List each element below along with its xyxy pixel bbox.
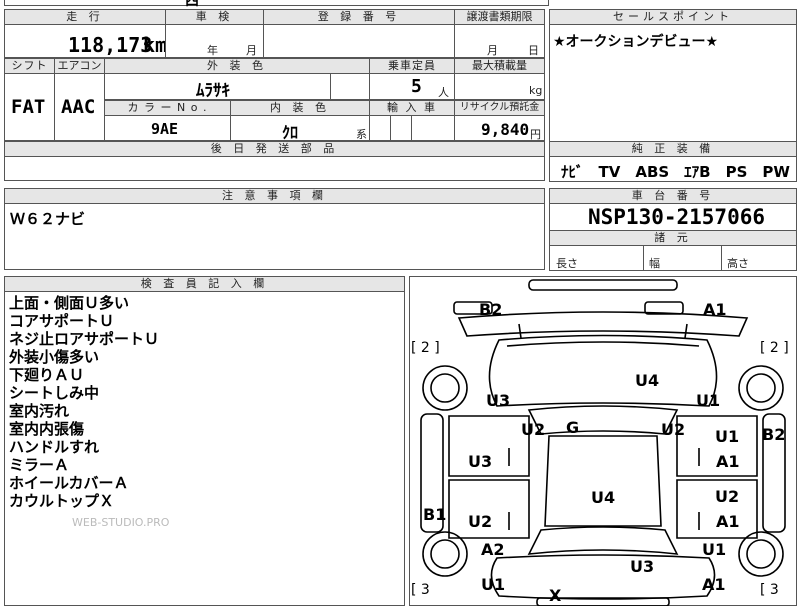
inspection-year-unit: 年 <box>207 44 218 57</box>
inspector-line: ネジ止ロアサポートＵ <box>9 330 160 348</box>
color-no-header: カ ラ ー N o . <box>104 100 231 116</box>
mileage-value: 118,173 <box>68 33 153 57</box>
transfer-header: 譲渡書類期限 <box>454 9 545 25</box>
mark-b1-left: B1 <box>423 505 447 524</box>
equipment-value: ﾅﾋﾞ TV ABS ｴｱB PS PW <box>561 163 790 181</box>
notes-text: Ｗ６２ナビ <box>10 210 86 228</box>
interior-color-header: 内 装 色 <box>230 100 370 116</box>
interior-color-suffix: 系 <box>356 128 367 141</box>
exterior-color-header: 外 装 色 <box>104 58 370 74</box>
inspector-line: カウルトップＸ <box>9 492 115 510</box>
later-parts-cell <box>4 156 545 181</box>
later-parts-header: 後 日 発 送 部 品 <box>4 141 545 157</box>
recycle-header: リサイクル預託金 <box>454 100 545 116</box>
registration-header: 登 録 番 号 <box>263 9 455 25</box>
max-load-unit: kg <box>529 84 543 97</box>
mark-u1-rdoor: U1 <box>715 427 740 446</box>
recycle-unit: 円 <box>530 128 541 141</box>
inspector-header: 検 査 員 記 入 欄 <box>4 276 405 292</box>
interior-color-cell <box>230 115 370 141</box>
import-cell-1 <box>369 115 391 141</box>
capacity-value: 5 <box>411 76 422 97</box>
import-cell-3 <box>411 115 455 141</box>
mark-u2-rdoor: U2 <box>715 487 740 506</box>
mark-u2-ldoor: U2 <box>468 512 493 531</box>
chassis-value: NSP130-2157066 <box>588 205 766 229</box>
mileage-unit: km <box>143 33 168 57</box>
tire-label-tl: [ 2 ] <box>411 340 440 356</box>
inspector-line: ハンドルすれ <box>9 438 100 456</box>
top-partial-row <box>4 0 549 6</box>
inspection-month-unit: 月 <box>246 44 257 57</box>
spec-height-label: 高さ <box>727 257 749 270</box>
inspector-line: コアサポートＵ <box>9 312 115 330</box>
mark-a1-bottom: A1 <box>702 575 726 594</box>
mark-a1-rdoor2: A1 <box>716 512 740 531</box>
import-cell-2 <box>390 115 412 141</box>
color-no-value: 9AE <box>151 120 179 138</box>
mark-u4-mid: U4 <box>591 488 616 507</box>
inspector-line: ミラーＡ <box>9 456 70 474</box>
mark-g: G <box>566 418 580 437</box>
notes-header: 注 意 事 項 欄 <box>4 188 545 204</box>
inspection-header: 車 検 <box>165 9 264 25</box>
mark-u1-right: U1 <box>696 391 721 410</box>
mileage-header: 走 行 <box>4 9 166 25</box>
capacity-header: 乗車定員 <box>369 58 455 74</box>
mark-u2-left: U2 <box>521 420 546 439</box>
tire-label-tr: [ 2 ] <box>760 340 789 356</box>
mark-x-bottom: X <box>549 586 562 605</box>
tire-label-br: [ 3 <box>760 582 779 598</box>
inspector-line: 室内内張傷 <box>9 420 85 438</box>
registration-cell <box>263 24 455 58</box>
notes-cell <box>4 203 545 270</box>
chassis-header: 車 台 番 号 <box>549 188 797 204</box>
sales-point-header: セールスポイント <box>549 9 797 25</box>
inspector-line: ホイールカバーＡ <box>9 474 129 492</box>
transfer-day-unit: 日 <box>528 44 539 57</box>
transfer-month-unit: 月 <box>487 44 498 57</box>
max-load-header: 最大積載量 <box>454 58 545 74</box>
mark-u3-bottom: U3 <box>630 557 655 576</box>
spec-width-label: 幅 <box>649 257 660 270</box>
spec-length-label: 長さ <box>556 257 578 270</box>
mark-u2-right: U2 <box>661 420 686 439</box>
exterior-color-value: ﾑﾗｻｷ <box>196 81 230 101</box>
aircon-value: AAC <box>61 96 96 118</box>
mark-a1-rdoor: A1 <box>716 452 740 471</box>
mark-u1-left-bottom: U1 <box>481 575 506 594</box>
shift-header: シフト <box>4 58 55 74</box>
aircon-header: エアコン <box>54 58 105 74</box>
tire-label-bl: [ 3 <box>411 582 430 598</box>
exterior-color-cell-2 <box>330 73 370 100</box>
interior-color-value: ｸﾛ <box>282 123 299 142</box>
equipment-header: 純 正 装 備 <box>549 141 797 157</box>
mark-u4-top: U4 <box>635 371 660 390</box>
inspector-lines: 上面・側面Ｕ多い コアサポートＵ ネジ止ロアサポートＵ 外装小傷多い 下廻りＡＵ シートし… <box>9 294 159 510</box>
mark-a2-left: A2 <box>481 540 505 559</box>
watermark: WEB-STUDIO.PRO <box>72 516 170 529</box>
mark-b2-right: B2 <box>762 425 786 444</box>
mark-u1-rrear: U1 <box>702 540 727 559</box>
sales-point-text: ★オークションデビュー★ <box>553 34 719 50</box>
inspector-line: 外装小傷多い <box>9 348 100 366</box>
mark-b2-top: B2 <box>479 300 503 319</box>
recycle-value: 9,840 <box>481 120 530 139</box>
inspector-line: 室内汚れ <box>9 402 70 420</box>
specs-header: 諸 元 <box>549 230 797 246</box>
capacity-unit: 人 <box>438 86 449 99</box>
shift-value: FAT <box>11 96 46 118</box>
mark-a1-top: A1 <box>703 300 727 319</box>
inspector-line: 上面・側面Ｕ多い <box>9 294 130 312</box>
inspector-line: シートしみ中 <box>9 384 100 402</box>
inspector-line: 下廻りＡＵ <box>9 366 85 384</box>
import-car-header: 輸 入 車 <box>369 100 455 116</box>
mark-u3-left: U3 <box>486 391 511 410</box>
mark-u3-ldoor: U3 <box>468 452 493 471</box>
